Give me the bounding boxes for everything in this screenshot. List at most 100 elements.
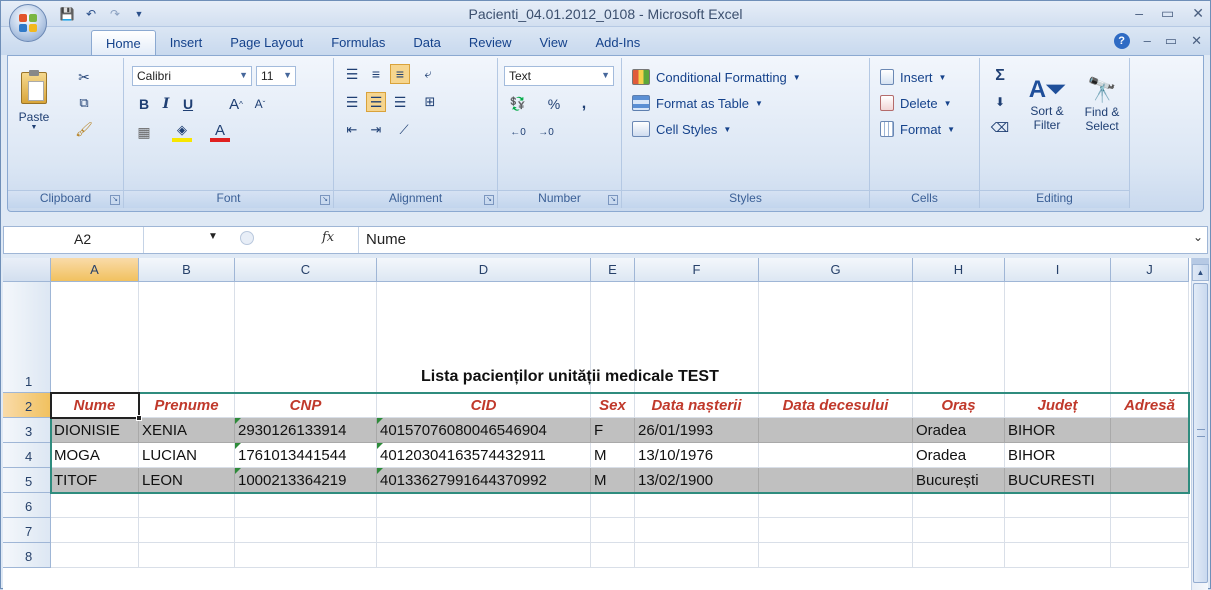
- data-cell[interactable]: 1000213364219: [235, 468, 377, 493]
- borders-icon[interactable]: ▦: [134, 122, 154, 142]
- decrease-indent-icon[interactable]: ⇤: [342, 120, 362, 140]
- align-left-icon[interactable]: ☰: [342, 92, 362, 112]
- scroll-up-icon[interactable]: ▲: [1192, 264, 1209, 281]
- tab-home[interactable]: Home: [91, 30, 156, 55]
- align-middle-icon[interactable]: ≡: [366, 64, 386, 84]
- column-title-cell[interactable]: Data decesului: [759, 393, 913, 418]
- bold-button[interactable]: B: [134, 94, 154, 114]
- conditional-formatting-button[interactable]: Conditional Formatting ▼: [632, 66, 801, 88]
- workbook-minimize-icon[interactable]: –: [1144, 33, 1151, 49]
- row-header-6[interactable]: 6: [3, 493, 51, 518]
- name-box[interactable]: A2: [4, 227, 144, 253]
- cell[interactable]: [139, 518, 235, 543]
- data-cell[interactable]: 2930126133914: [235, 418, 377, 443]
- cell[interactable]: [51, 282, 139, 393]
- column-title-cell[interactable]: Oraș: [913, 393, 1005, 418]
- row-header-2[interactable]: 2: [3, 393, 51, 418]
- cell[interactable]: [235, 282, 377, 393]
- tab-insert[interactable]: Insert: [156, 30, 217, 55]
- data-cell[interactable]: [1111, 418, 1189, 443]
- row-header-3[interactable]: 3: [3, 418, 51, 443]
- format-painter-icon[interactable]: 🖌: [74, 120, 94, 138]
- row-header-5[interactable]: 5: [3, 468, 51, 493]
- column-header-g[interactable]: G: [759, 258, 913, 282]
- data-cell[interactable]: 13/02/1900: [635, 468, 759, 493]
- cell[interactable]: [1111, 282, 1189, 393]
- data-cell[interactable]: BUCURESTI: [1005, 468, 1111, 493]
- data-cell[interactable]: LUCIAN: [139, 443, 235, 468]
- select-all-corner[interactable]: [3, 258, 51, 282]
- column-header-f[interactable]: F: [635, 258, 759, 282]
- column-header-c[interactable]: C: [235, 258, 377, 282]
- fill-handle[interactable]: [136, 415, 142, 421]
- comma-button[interactable]: ,: [574, 94, 594, 114]
- data-cell[interactable]: [759, 443, 913, 468]
- column-title-cell[interactable]: Nume: [51, 393, 139, 418]
- data-cell[interactable]: 1761013441544: [235, 443, 377, 468]
- cell[interactable]: [635, 493, 759, 518]
- workbook-restore-icon[interactable]: ▭: [1165, 33, 1177, 49]
- name-box-dropdown-icon[interactable]: ▼: [208, 231, 218, 242]
- fill-color-icon[interactable]: ◈: [172, 122, 192, 142]
- number-format-combo[interactable]: Text ▼: [504, 66, 614, 86]
- data-cell[interactable]: 26/01/1993: [635, 418, 759, 443]
- wrap-text-icon[interactable]: ⤶: [418, 64, 438, 84]
- tab-data[interactable]: Data: [399, 30, 454, 55]
- italic-button[interactable]: I: [156, 94, 176, 114]
- cell[interactable]: [591, 518, 635, 543]
- data-cell[interactable]: TITOF: [51, 468, 139, 493]
- data-cell[interactable]: MOGA: [51, 443, 139, 468]
- cell[interactable]: [1005, 282, 1111, 393]
- cell[interactable]: [759, 282, 913, 393]
- cell[interactable]: [759, 518, 913, 543]
- cell[interactable]: [235, 543, 377, 568]
- align-bottom-icon[interactable]: ≡: [390, 64, 410, 84]
- insert-cells-button[interactable]: Insert ▼: [880, 66, 946, 88]
- cell[interactable]: [51, 493, 139, 518]
- workbook-close-icon[interactable]: ✕: [1191, 33, 1202, 49]
- data-cell[interactable]: [1111, 468, 1189, 493]
- merge-center-icon[interactable]: ⊞: [418, 92, 442, 112]
- column-title-cell[interactable]: CID: [377, 393, 591, 418]
- column-header-h[interactable]: H: [913, 258, 1005, 282]
- column-title-cell[interactable]: Data nașterii: [635, 393, 759, 418]
- cell[interactable]: [591, 543, 635, 568]
- column-header-e[interactable]: E: [591, 258, 635, 282]
- cell[interactable]: [913, 518, 1005, 543]
- currency-icon[interactable]: 💱: [506, 94, 530, 114]
- column-header-j[interactable]: J: [1111, 258, 1189, 282]
- column-header-a[interactable]: A: [51, 258, 139, 282]
- column-title-cell[interactable]: Prenume: [139, 393, 235, 418]
- data-cell[interactable]: [759, 418, 913, 443]
- tab-review[interactable]: Review: [455, 30, 526, 55]
- cell[interactable]: [635, 518, 759, 543]
- data-cell[interactable]: 40120304163574432911: [377, 443, 591, 468]
- data-cell[interactable]: F: [591, 418, 635, 443]
- data-cell[interactable]: 40157076080046546904: [377, 418, 591, 443]
- autosum-icon[interactable]: Σ: [988, 66, 1012, 86]
- formula-input[interactable]: Nume: [366, 231, 406, 248]
- decrease-decimal-icon[interactable]: →0: [534, 122, 558, 142]
- format-as-table-button[interactable]: Format as Table ▼: [632, 92, 763, 114]
- column-header-b[interactable]: B: [139, 258, 235, 282]
- row-header-8[interactable]: 8: [3, 543, 51, 568]
- data-cell[interactable]: [1111, 443, 1189, 468]
- vertical-scrollbar[interactable]: ▲: [1191, 258, 1209, 590]
- data-cell[interactable]: 13/10/1976: [635, 443, 759, 468]
- cell[interactable]: [1111, 493, 1189, 518]
- font-color-icon[interactable]: A: [210, 122, 230, 142]
- increase-font-icon[interactable]: A ^: [226, 94, 246, 114]
- spreadsheet-grid[interactable]: A B C D E F G H I J 1 2 3 4 5 6 7 8 Nume Prenume CNP CID Sex Da…: [3, 258, 1191, 590]
- delete-cells-button[interactable]: Delete ▼: [880, 92, 952, 114]
- data-cell[interactable]: BIHOR: [1005, 443, 1111, 468]
- font-name-combo[interactable]: Calibri ▼: [132, 66, 252, 86]
- tab-add-ins[interactable]: Add-Ins: [581, 30, 654, 55]
- cell[interactable]: [139, 493, 235, 518]
- cell[interactable]: [1005, 543, 1111, 568]
- copy-icon[interactable]: ⧉: [74, 94, 94, 112]
- cell[interactable]: [235, 518, 377, 543]
- data-cell[interactable]: XENIA: [139, 418, 235, 443]
- data-cell[interactable]: București: [913, 468, 1005, 493]
- column-title-cell[interactable]: Județ: [1005, 393, 1111, 418]
- close-icon[interactable]: ✕: [1192, 5, 1204, 22]
